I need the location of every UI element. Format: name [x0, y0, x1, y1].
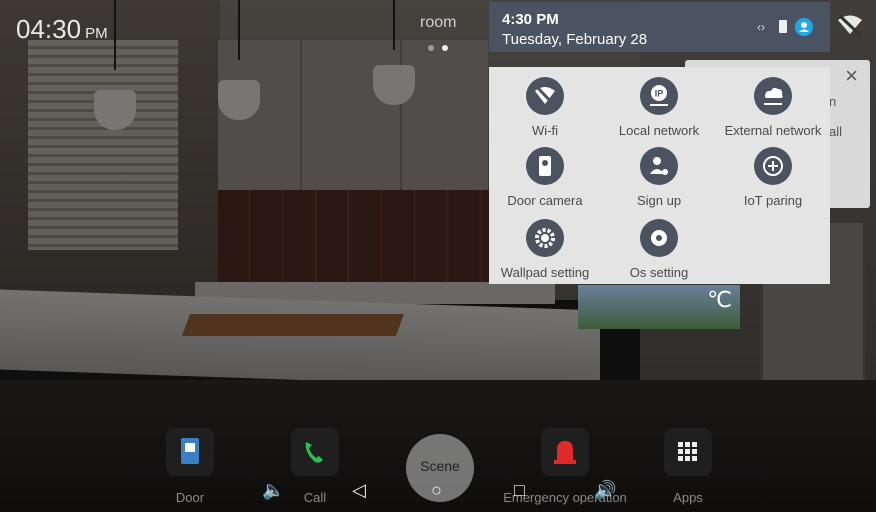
status-date: Tuesday, February 28	[502, 31, 648, 48]
page-dot-active	[442, 45, 448, 51]
alarm-icon	[541, 428, 589, 476]
quick-settings-panel: Wi-fi IP Local network External network …	[489, 67, 830, 284]
navigation-bar: 🔈 ◁ ○ □ 🔊	[0, 474, 876, 512]
qs-external-network[interactable]: External network	[713, 77, 833, 138]
notification-header: 4:30 PM Tuesday, February 28 ‹›	[489, 2, 830, 52]
qs-label: IoT paring	[743, 193, 803, 208]
phone-icon	[291, 428, 339, 476]
qs-door-camera[interactable]: Door camera	[485, 147, 605, 208]
qs-label: Door camera	[507, 193, 583, 208]
code-icon: ‹›	[757, 20, 765, 34]
recent-apps-button[interactable]: □	[514, 480, 525, 501]
qs-label: External network	[724, 123, 822, 138]
qs-os-setting[interactable]: Os setting	[599, 219, 719, 280]
apps-grid-icon	[664, 428, 712, 476]
qs-local-network[interactable]: IP Local network	[599, 77, 719, 138]
weather-widget[interactable]: ℃	[578, 285, 740, 329]
qs-label: Sign up	[636, 193, 682, 208]
gear-icon	[526, 219, 564, 257]
qs-wifi[interactable]: Wi-fi	[485, 77, 605, 138]
ip-icon: IP	[640, 77, 678, 115]
qs-label: Local network	[618, 123, 700, 138]
door-icon	[166, 428, 214, 476]
wifi-off-icon	[836, 14, 864, 41]
qs-iot-pairing[interactable]: IoT paring	[713, 147, 833, 208]
account-icon[interactable]	[795, 18, 813, 36]
qs-wallpad-setting[interactable]: Wallpad setting	[485, 219, 605, 280]
door-camera-icon	[526, 147, 564, 185]
cloud-network-icon	[754, 77, 792, 115]
qs-label: Wi-fi	[532, 123, 558, 138]
battery-icon	[779, 20, 787, 33]
user-add-icon	[640, 147, 678, 185]
page-indicator	[428, 38, 456, 56]
qs-label: Wallpad setting	[500, 265, 590, 280]
dialog-close-icon[interactable]: ×	[845, 63, 858, 89]
volume-up-button[interactable]: 🔊	[594, 480, 616, 501]
status-time: 4:30 PM	[502, 11, 559, 28]
page-dot	[428, 45, 434, 51]
svg-text:IP: IP	[655, 89, 664, 99]
volume-down-button[interactable]: 🔈	[262, 480, 284, 501]
weather-unit: ℃	[707, 287, 732, 312]
room-label: room	[420, 14, 457, 31]
wifi-off-icon	[526, 77, 564, 115]
scene-label: Scene	[420, 458, 460, 474]
home-clock-ampm: PM	[85, 25, 108, 42]
qs-label: Os setting	[629, 265, 689, 280]
home-clock-time: 04:30	[16, 14, 82, 44]
home-button[interactable]: ○	[431, 480, 442, 501]
qs-sign-up[interactable]: Sign up	[599, 147, 719, 208]
plus-circle-icon	[754, 147, 792, 185]
gear-icon	[640, 219, 678, 257]
back-button[interactable]: ◁	[352, 480, 366, 501]
home-clock: 04:30 PM	[16, 14, 108, 45]
